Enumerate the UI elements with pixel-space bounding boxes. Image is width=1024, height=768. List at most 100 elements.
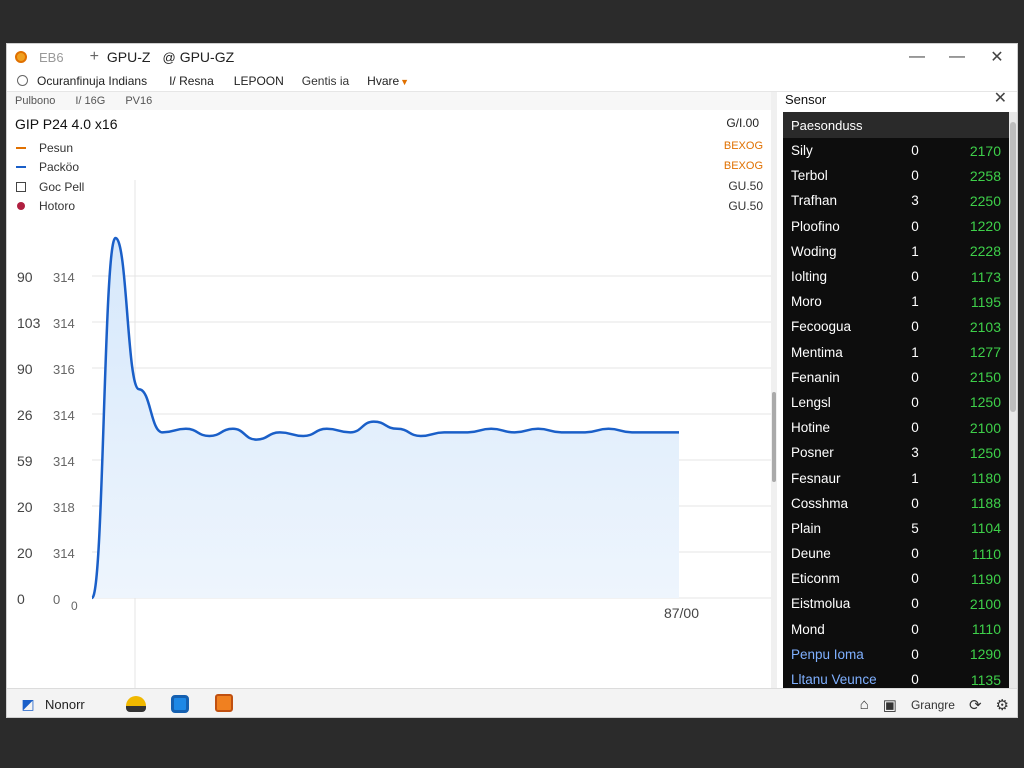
save-icon[interactable]: ▣ <box>883 696 897 714</box>
sensor-row[interactable]: Lltanu Veunce 0 1135 <box>783 667 1009 688</box>
legend-values: BEXOG BEXOG GU.50 GU.50 <box>724 140 763 218</box>
sensor-row[interactable]: Plain 5 1104 <box>783 516 1009 541</box>
sensor-table: Paesonduss Sily 0 2170 Terbol 0 2258 Trafhan 3 2… <box>783 112 1009 688</box>
sensor-count: 0 <box>911 143 919 159</box>
menu-item-2[interactable]: I/ Resna <box>169 74 214 88</box>
legend-value: GU.50 <box>728 179 763 193</box>
home-icon[interactable]: ⌂ <box>860 696 869 713</box>
legend-label: Packöo <box>39 160 80 175</box>
legend-dot-icon <box>15 202 27 211</box>
sensor-row[interactable]: Hotine 0 2100 <box>783 415 1009 440</box>
sensor-name: Sily <box>791 143 813 159</box>
sensor-value: 1188 <box>970 495 1001 512</box>
sensor-row[interactable]: Mentima 1 1277 <box>783 340 1009 365</box>
sensor-row[interactable]: Fesnaur 1 1180 <box>783 465 1009 490</box>
tray-label[interactable]: Grangre <box>911 698 955 712</box>
sensor-value: 1190 <box>970 570 1001 587</box>
sensor-count: 1 <box>911 470 919 486</box>
sensor-row[interactable]: Penpu Ioma 0 1290 <box>783 642 1009 667</box>
sensor-close-icon[interactable]: ✕ <box>994 88 1007 108</box>
caret-down-icon: ▼ <box>400 76 410 87</box>
y-axis-zero-label: 0 <box>71 599 78 613</box>
sensor-value: 2170 <box>969 142 1001 159</box>
scrollbar[interactable] <box>1009 112 1017 688</box>
sensor-row[interactable]: Deune 0 1110 <box>783 541 1009 566</box>
sensor-name: Ploofino <box>791 218 840 234</box>
y-axis-label: 59 <box>17 453 33 469</box>
sensor-table-header: Paesonduss <box>783 112 1009 138</box>
sensor-value: 1220 <box>969 218 1001 235</box>
sensor-row[interactable]: Ploofino 0 1220 <box>783 214 1009 239</box>
taskbar-item-home[interactable]: ◩ Nonorr <box>7 689 111 718</box>
new-tab-icon[interactable]: + <box>90 48 99 66</box>
sensor-count: 3 <box>911 193 919 209</box>
sensor-row[interactable]: Woding 1 2228 <box>783 239 1009 264</box>
sensor-value: 1110 <box>971 545 1001 562</box>
y-axis-sublabel: 314 <box>53 316 75 331</box>
menu-item-5[interactable]: Hvare▼ <box>367 74 409 88</box>
window-controls: — — ✕ <box>897 44 1017 70</box>
tab-label[interactable]: EB6 <box>39 50 64 65</box>
taskbar-app-blue[interactable] <box>161 689 199 718</box>
sensor-row[interactable]: Moro 1 1195 <box>783 289 1009 314</box>
menu-item-3[interactable]: LEPOON <box>234 74 284 88</box>
legend-item[interactable]: Pesun <box>15 138 84 158</box>
legend-item[interactable]: Packöo <box>15 158 84 178</box>
y-axis-sublabel: 318 <box>53 500 75 515</box>
sensor-row[interactable]: Posner 3 1250 <box>783 440 1009 465</box>
sensor-name: Eistmolua <box>791 596 851 612</box>
legend: Pesun Packöo Goc Pell Hotoro <box>15 138 84 216</box>
scrollbar-thumb[interactable] <box>1010 122 1016 412</box>
sensor-count: 0 <box>911 672 919 688</box>
radio-icon[interactable] <box>17 75 28 86</box>
menu-item-4[interactable]: Gentis ia <box>302 74 349 88</box>
sensor-count: 0 <box>911 546 919 562</box>
sensor-row[interactable]: Trafhan 3 2250 <box>783 188 1009 213</box>
legend-item[interactable]: Hotoro <box>15 197 84 217</box>
legend-value: BEXOG <box>723 140 763 152</box>
system-tray: ⌂ ▣ Grangre ⟳ ⚙ <box>860 689 1009 717</box>
legend-item[interactable]: Goc Pell <box>15 177 84 197</box>
sensor-title: Sensor <box>785 91 827 107</box>
series-area <box>92 238 679 598</box>
sensor-name: Cosshma <box>791 495 849 511</box>
app-title: GPU-Z <box>106 49 151 65</box>
sensor-row[interactable]: Fecoogua 0 2103 <box>783 314 1009 339</box>
sensor-row[interactable]: Eistmolua 0 2100 <box>783 591 1009 616</box>
sensor-row[interactable]: Terbol 0 2258 <box>783 163 1009 188</box>
sub-item-1: Pulbono <box>15 95 56 107</box>
sensor-count: 0 <box>911 168 919 184</box>
sensor-value: 2250 <box>969 192 1001 209</box>
splitter-thumb[interactable] <box>772 392 776 482</box>
sensor-count: 0 <box>911 646 919 662</box>
legend-value: BEXOG <box>723 159 763 172</box>
sensor-row[interactable]: Fenanin 0 2150 <box>783 365 1009 390</box>
title-bar: EB6 + GPU-Z @ GPU-GZ — — ✕ <box>7 44 1017 70</box>
sensor-count: 0 <box>911 596 919 612</box>
chart-panel: 9010390265920200314314316314314318314002… <box>7 110 771 690</box>
at-icon: @ <box>162 49 176 65</box>
maximize-button[interactable]: — <box>937 44 977 70</box>
sensor-name: Plain <box>791 520 822 536</box>
sensor-value: 2100 <box>969 595 1001 612</box>
taskbar-app-orange[interactable] <box>205 689 243 718</box>
sensor-row[interactable]: Cosshma 0 1188 <box>783 491 1009 516</box>
sensor-row[interactable]: Sily 0 2170 <box>783 138 1009 163</box>
refresh-icon[interactable]: ⟳ <box>969 696 982 714</box>
settings-icon[interactable]: ⚙ <box>996 696 1009 714</box>
y-axis-label: 103 <box>17 315 41 331</box>
close-button[interactable]: ✕ <box>977 44 1017 70</box>
sensor-row[interactable]: Mond 0 1110 <box>783 617 1009 642</box>
sub-header: Pulbono I/ 16G PV16 <box>7 92 777 110</box>
legend-label: Hotoro <box>39 199 76 214</box>
y-axis-label: 90 <box>17 361 33 377</box>
menu-item-1[interactable]: Ocuranfinuja Indians <box>37 74 147 88</box>
chart-top-right-value: G/I.00 <box>726 116 759 130</box>
sensor-row[interactable]: Iolting 0 1173 <box>783 264 1009 289</box>
sensor-row[interactable]: Lengsl 0 1250 <box>783 390 1009 415</box>
checkbox-icon[interactable] <box>15 181 27 192</box>
sensor-row[interactable]: Eticonm 0 1190 <box>783 566 1009 591</box>
app-yellow-icon <box>126 696 146 712</box>
minimize-button[interactable]: — <box>897 44 937 70</box>
taskbar-app-yellow[interactable] <box>117 689 155 718</box>
